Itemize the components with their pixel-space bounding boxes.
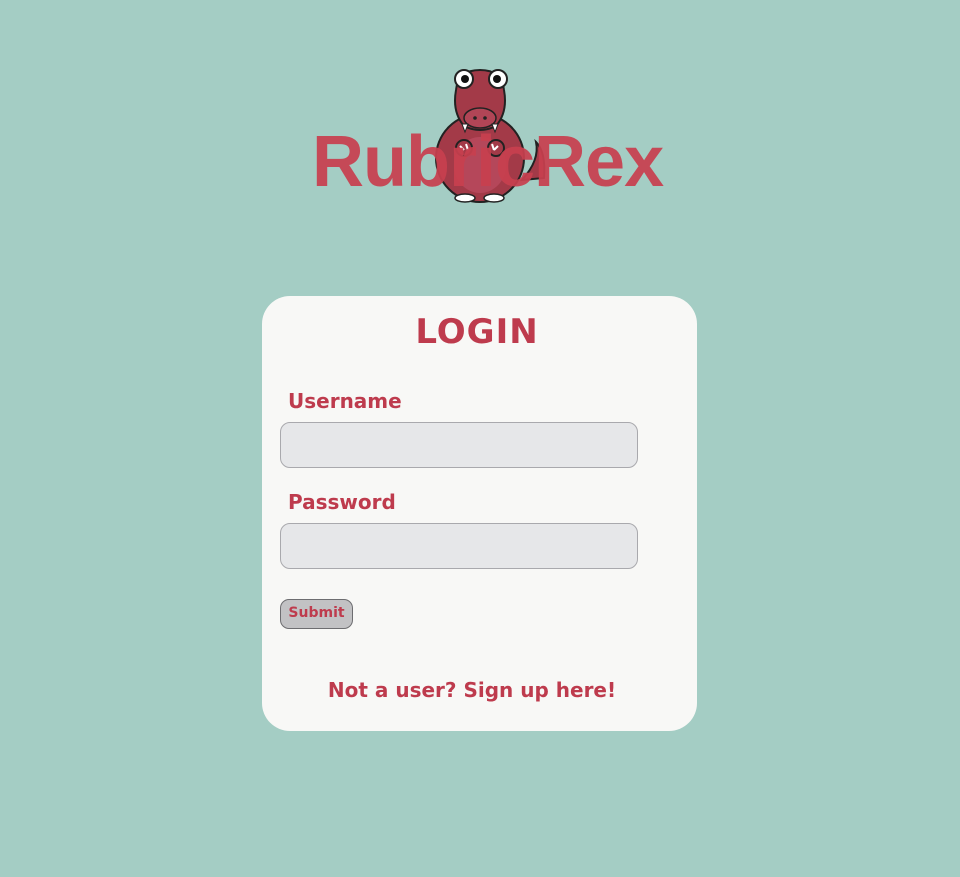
logo-wordmark: RubricRex: [312, 122, 664, 202]
page-title: LOGIN: [415, 312, 539, 352]
username-label: Username: [288, 389, 402, 413]
submit-button[interactable]: Submit: [280, 599, 353, 629]
password-label: Password: [288, 490, 396, 514]
username-input[interactable]: [280, 422, 638, 468]
login-card: LOGIN Username Password Submit Not a use…: [262, 296, 697, 731]
password-input[interactable]: [280, 523, 638, 569]
signup-link[interactable]: Not a user? Sign up here!: [262, 678, 682, 702]
rubricrex-logo: RubricRex: [300, 60, 664, 210]
